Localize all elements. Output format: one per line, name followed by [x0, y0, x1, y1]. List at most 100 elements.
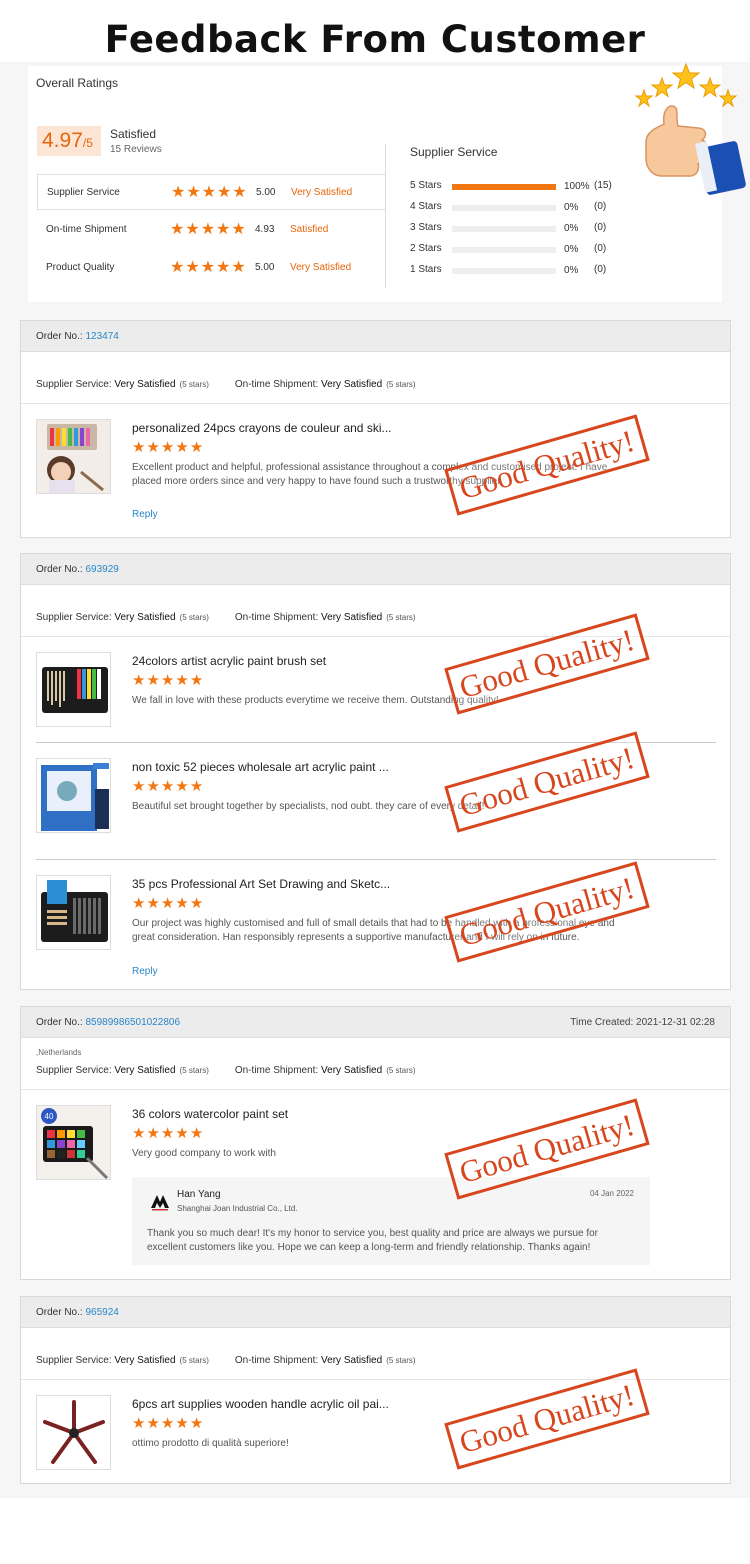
rating-score: 4.97 [42, 129, 83, 152]
metric-on-time-shipment: On-time Shipment ★★★★★ 4.93 Satisfied [37, 212, 386, 248]
star-rating: ★★★★★ [171, 185, 248, 201]
order-number-link[interactable]: 85989986501022806 [85, 1017, 180, 1028]
order-number: Order No.: 965924 [36, 1307, 119, 1318]
on-time-label: On-time Shipment: [234, 1065, 319, 1076]
reply-author: Han Yang [177, 1189, 221, 1200]
star-icon: ★ [189, 1125, 204, 1142]
star-icon: ★ [231, 259, 246, 276]
supplier-service-label: Supplier Service: [36, 1355, 112, 1366]
distribution-bar [452, 205, 556, 211]
star-rating: ★★★★★ [132, 896, 204, 912]
distribution-percent: 0% [564, 244, 579, 255]
buyer-location: ,Netherlands [36, 1048, 82, 1057]
order-number-link[interactable]: 965924 [85, 1307, 118, 1318]
distribution-count: (0) [594, 264, 607, 275]
star-icon: ★ [175, 672, 189, 689]
distribution-percent: 100% [564, 181, 590, 192]
reply-link[interactable]: Reply [132, 509, 158, 520]
star-icon: ★ [201, 184, 217, 201]
metric-value: 5.00 [255, 262, 275, 273]
star-rating: ★★★★★ [170, 222, 247, 238]
order-header: Order No.: 693929 [21, 554, 730, 585]
metric-word: Very Satisfied [291, 187, 353, 198]
star-icon: ★ [189, 439, 204, 456]
order-number: Order No.: 123474 [36, 331, 119, 342]
product-name[interactable]: 35 pcs Professional Art Set Drawing and … [132, 877, 390, 891]
order-number-link[interactable]: 123474 [85, 331, 118, 342]
star-icon: ★ [132, 672, 146, 689]
star-rating: ★★★★★ [132, 779, 204, 795]
distribution-bar-fill [452, 184, 556, 190]
star-icon: ★ [146, 1415, 160, 1432]
banner: Feedback From Customer [0, 0, 750, 70]
metric-word: Satisfied [290, 224, 329, 235]
company-logo-icon [150, 1193, 170, 1211]
order-card: Order No.: 123474 Supplier Service: Very… [20, 320, 731, 538]
supplier-service-stars: (5 stars) [179, 613, 209, 622]
distribution-count: (0) [594, 222, 607, 233]
distribution-count: (15) [594, 180, 612, 191]
product-name[interactable]: 6pcs art supplies wooden handle acrylic … [132, 1397, 389, 1411]
product-image[interactable] [36, 758, 111, 833]
time-created: Time Created: 2021-12-31 02:28 [570, 1017, 715, 1028]
reply-company: Shanghai Joan Industrial Co., Ltd. [177, 1204, 298, 1213]
product-image[interactable]: 40 [36, 1105, 111, 1180]
supplier-service-stars: (5 stars) [179, 380, 209, 389]
distribution-label: 4 Stars [410, 201, 442, 212]
star-icon: ★ [175, 1415, 189, 1432]
order-service-summary: Supplier Service: Very Satisfied (5 stars… [36, 379, 716, 390]
star-icon: ★ [170, 221, 185, 238]
star-icon: ★ [189, 1415, 204, 1432]
distribution-row: 5 Stars 100% (15) [410, 180, 640, 194]
on-time-stars: (5 stars) [386, 1356, 416, 1365]
star-icon: ★ [216, 259, 231, 276]
star-icon: ★ [160, 672, 175, 689]
distribution-bar [452, 268, 556, 274]
review-count: 15 Reviews [110, 144, 162, 155]
product-image[interactable] [36, 652, 111, 727]
star-icon: ★ [146, 778, 160, 795]
divider [385, 144, 386, 288]
star-icon: ★ [175, 439, 189, 456]
metric-product-quality: Product Quality ★★★★★ 5.00 Very Satisfie… [37, 250, 386, 286]
order-card: Order No.: 85989986501022806 Time Create… [20, 1006, 731, 1280]
product-name[interactable]: 36 colors watercolor paint set [132, 1107, 288, 1121]
distribution-bar [452, 226, 556, 232]
star-icon: ★ [132, 1125, 146, 1142]
order-header: Order No.: 965924 [21, 1297, 730, 1328]
product-image[interactable] [36, 419, 111, 494]
star-icon: ★ [170, 259, 185, 276]
divider [36, 859, 716, 860]
order-number-link[interactable]: 693929 [85, 564, 118, 575]
reply-link[interactable]: Reply [132, 966, 158, 977]
divider [21, 403, 730, 404]
star-icon: ★ [132, 1415, 146, 1432]
star-rating: ★★★★★ [132, 673, 204, 689]
star-icon: ★ [132, 895, 146, 912]
supplier-service-value: Very Satisfied [114, 1065, 176, 1076]
distribution-label: 3 Stars [410, 222, 442, 233]
product-name[interactable]: personalized 24pcs crayons de couleur an… [132, 421, 391, 435]
order-card: Order No.: 693929 Supplier Service: Very… [20, 553, 731, 990]
distribution-label: 2 Stars [410, 243, 442, 254]
metric-value: 5.00 [256, 187, 276, 198]
supplier-service-stars: (5 stars) [179, 1066, 209, 1075]
star-icon: ★ [171, 184, 186, 201]
metric-label: Supplier Service [47, 187, 120, 198]
on-time-stars: (5 stars) [386, 1066, 416, 1075]
supplier-service-label: Supplier Service: [36, 1065, 112, 1076]
on-time-label: On-time Shipment: [234, 379, 319, 390]
star-icon: ★ [146, 439, 160, 456]
product-name[interactable]: non toxic 52 pieces wholesale art acryli… [132, 760, 389, 774]
metric-supplier-service: Supplier Service ★★★★★ 5.00 Very Satisfi… [37, 174, 386, 210]
star-icon: ★ [146, 895, 160, 912]
metric-label: On-time Shipment [46, 224, 127, 235]
distribution-row: 4 Stars 0% (0) [410, 201, 640, 215]
product-image[interactable] [36, 1395, 111, 1470]
product-name[interactable]: 24colors artist acrylic paint brush set [132, 654, 326, 668]
product-image[interactable] [36, 875, 111, 950]
star-icon: ★ [186, 184, 201, 201]
star-icon: ★ [160, 1125, 175, 1142]
star-icon: ★ [160, 1415, 175, 1432]
metric-label: Product Quality [46, 262, 115, 273]
